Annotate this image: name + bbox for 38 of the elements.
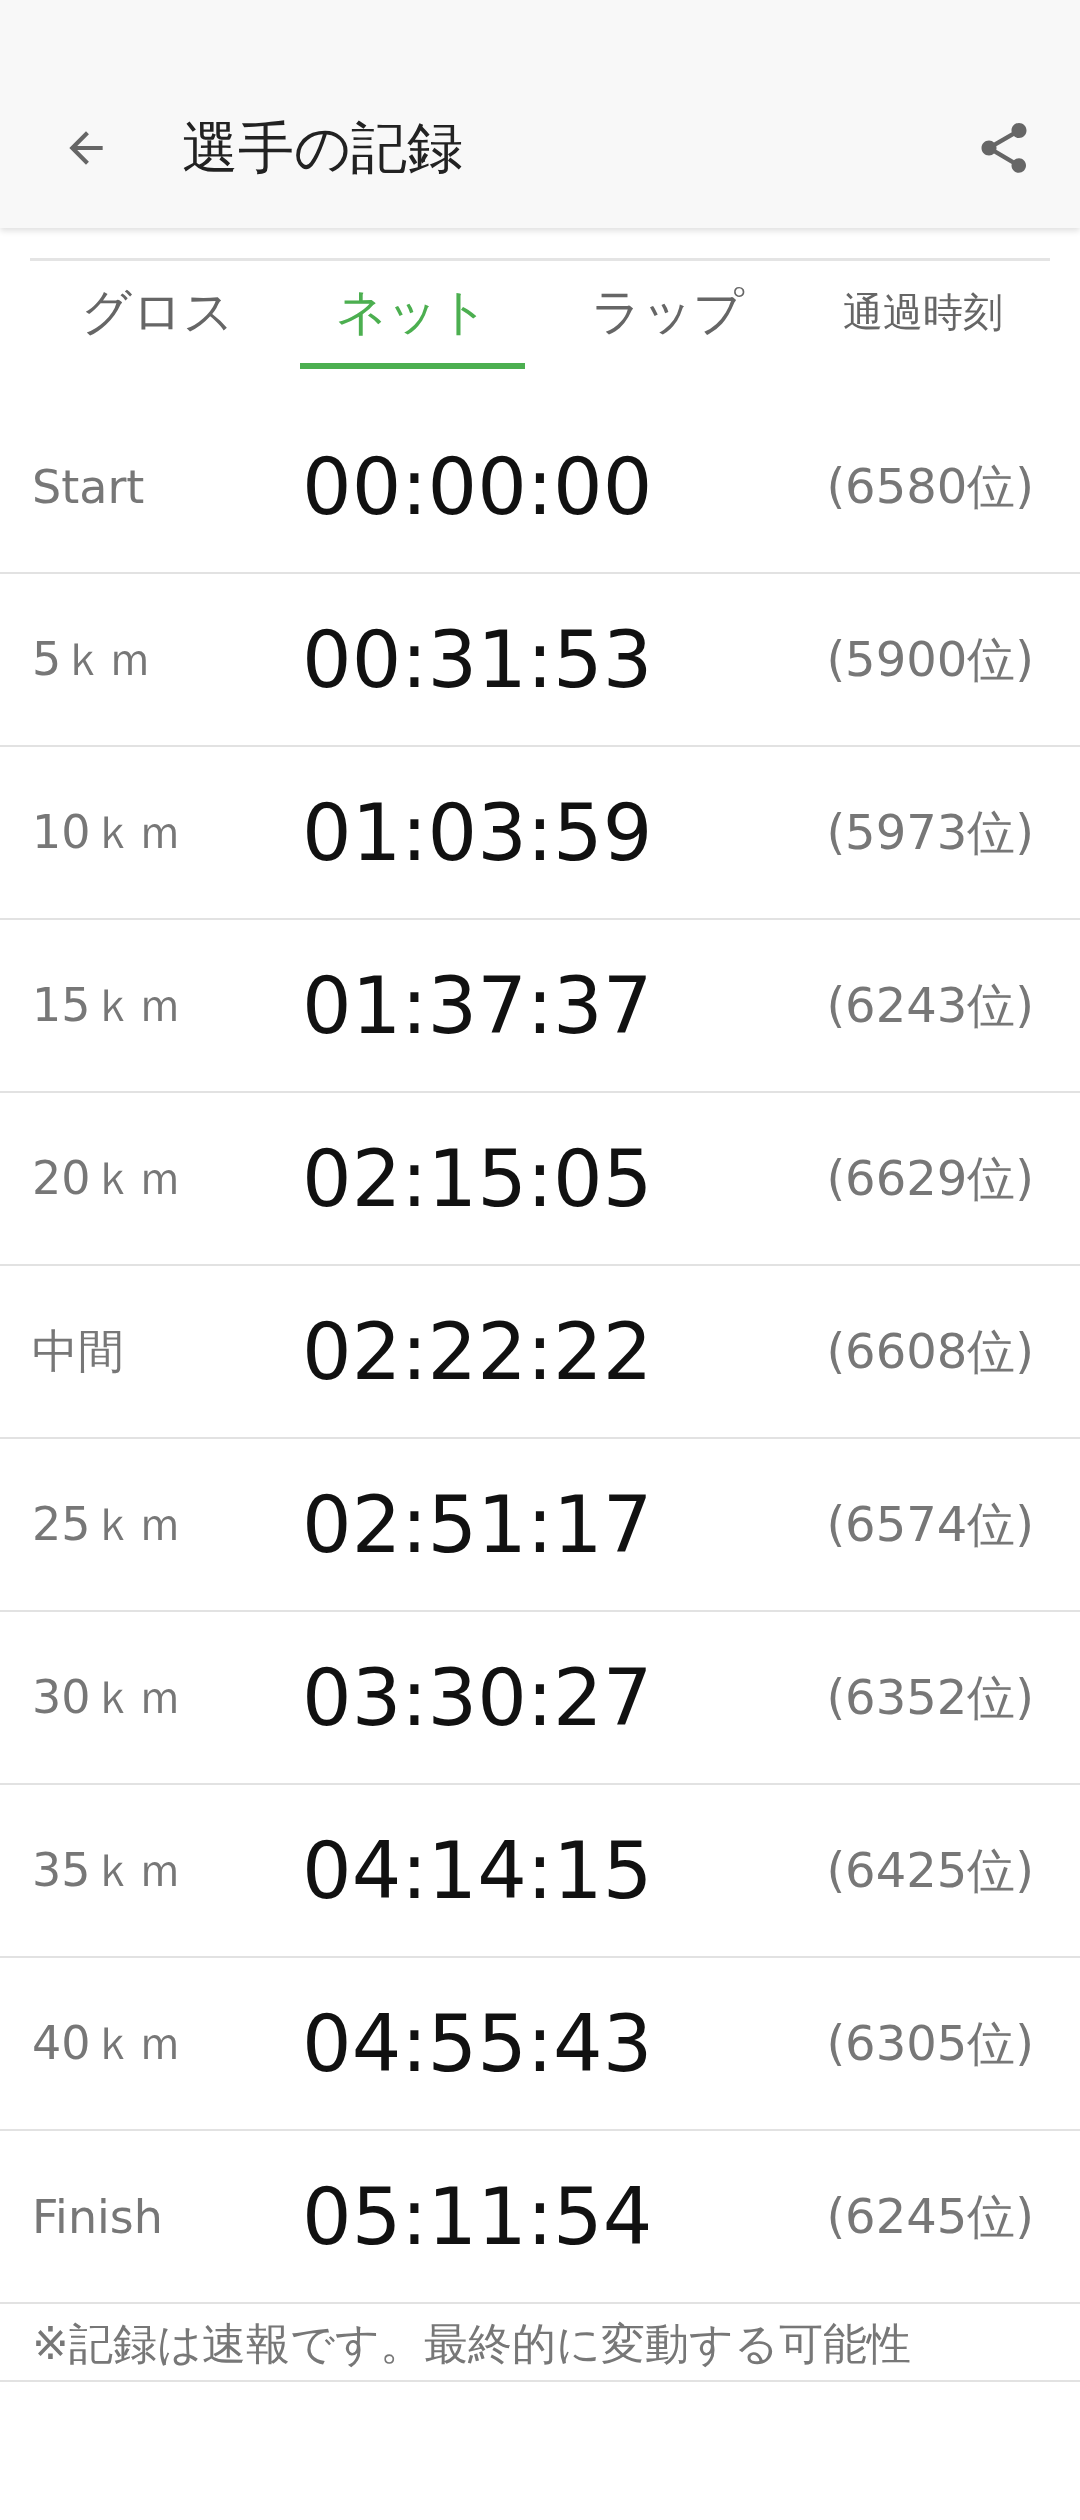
split-time: 04:55:43 — [302, 1998, 654, 2089]
split-time: 02:51:17 — [302, 1479, 654, 1570]
split-time: 02:22:22 — [302, 1306, 654, 1397]
split-time: 03:30:27 — [302, 1652, 654, 1743]
split-rank: (6245位) — [826, 2186, 1034, 2246]
split-rank: (6580位) — [826, 456, 1034, 516]
split-point: 5ｋｍ — [32, 630, 155, 688]
split-time: 02:15:05 — [302, 1133, 654, 1224]
disclaimer-note: ※記録は速報です。最終的に変動する可能性 — [32, 2318, 911, 2369]
split-time: 05:11:54 — [302, 2171, 654, 2262]
split-rank: (6574位) — [826, 1494, 1034, 1554]
split-point: Finish — [32, 2189, 164, 2244]
tab[interactable]: ラップ — [555, 261, 780, 369]
split-time: 00:31:53 — [302, 614, 654, 705]
split-time: 01:03:59 — [302, 787, 654, 878]
split-point: 15ｋｍ — [32, 976, 184, 1034]
split-point: 40ｋｍ — [32, 2014, 184, 2072]
split-time: 04:14:15 — [302, 1825, 654, 1916]
split-point: 20ｋｍ — [32, 1149, 184, 1207]
tab[interactable]: 通過時刻 — [810, 261, 1035, 369]
split-rank: (6629位) — [826, 1148, 1034, 1208]
split-point: 中間 — [32, 1322, 125, 1380]
split-point: 30ｋｍ — [32, 1668, 184, 1726]
split-rank: (6243位) — [826, 975, 1034, 1035]
split-point: Start — [32, 459, 146, 514]
split-point: 25ｋｍ — [32, 1495, 184, 1553]
split-rank: (6425位) — [826, 1840, 1034, 1900]
split-point: 35ｋｍ — [32, 1841, 184, 1899]
split-rank: (6352位) — [826, 1667, 1034, 1727]
split-time: 01:37:37 — [302, 960, 654, 1051]
split-time: 00:00:00 — [302, 441, 654, 532]
page-title: 選手の記録 — [182, 114, 464, 182]
split-rank: (5973位) — [826, 802, 1034, 862]
split-rank: (6305位) — [826, 2013, 1034, 2073]
split-point: 10ｋｍ — [32, 803, 184, 861]
tab[interactable]: グロス — [45, 261, 270, 369]
split-rank: (6608位) — [826, 1321, 1034, 1381]
split-rank: (5900位) — [826, 629, 1034, 689]
